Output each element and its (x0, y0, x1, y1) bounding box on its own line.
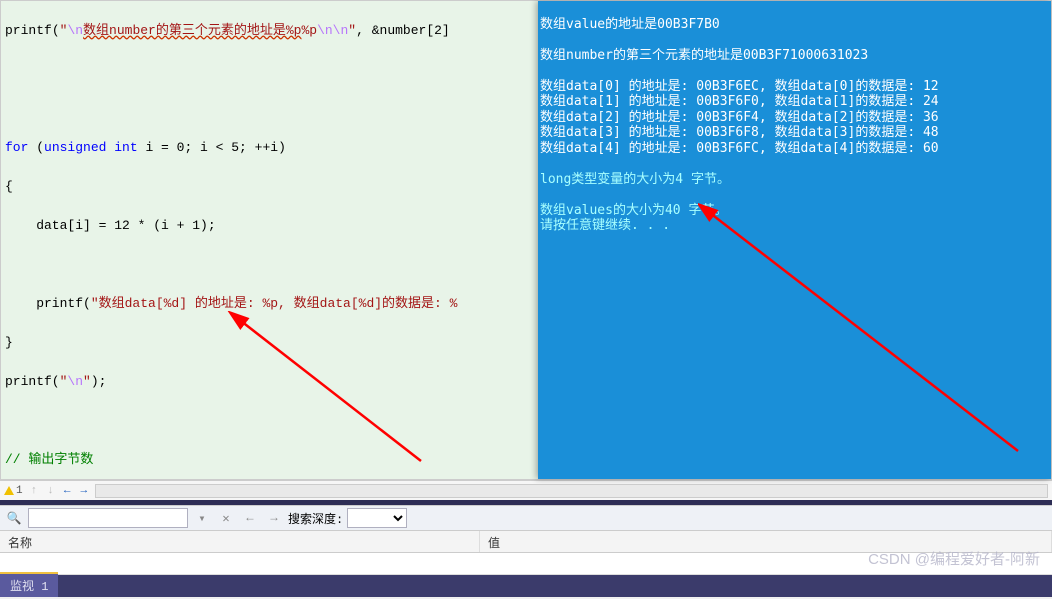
editor-status-bar: 1 ↑ ↓ ← → (0, 480, 1052, 500)
clear-icon[interactable]: ✕ (216, 508, 236, 528)
nav-down-button[interactable]: ↓ (45, 485, 56, 497)
console-line: 数组values的大小为40 字节。 (540, 203, 727, 218)
search-input[interactable] (28, 508, 188, 528)
warning-badge[interactable]: 1 (4, 485, 23, 497)
console-line: 数组data[0] 的地址是: 00B3F6EC, 数组data[0]的数据是:… (540, 79, 939, 94)
console-line: 数组data[1] 的地址是: 00B3F6F0, 数组data[1]的数据是:… (540, 94, 939, 109)
console-line: 数组data[3] 的地址是: 00B3F6F8, 数组data[3]的数据是:… (540, 125, 939, 140)
search-icon[interactable]: 🔍 (4, 508, 24, 528)
warning-icon (4, 486, 14, 495)
search-depth-label: 搜索深度: (288, 510, 343, 527)
annotation-arrow-icon (698, 201, 1038, 471)
nav-prev-button[interactable]: ← (62, 485, 73, 497)
watch-grid-row-empty[interactable] (0, 553, 1052, 575)
column-name[interactable]: 名称 (0, 531, 480, 552)
search-depth-select[interactable] (347, 508, 407, 528)
fn-printf: printf (5, 23, 52, 38)
nav-up-button[interactable]: ↑ (29, 485, 40, 497)
console-line: 数组value的地址是00B3F7B0 (540, 17, 720, 32)
console-line: 数组data[4] 的地址是: 00B3F6FC, 数组data[4]的数据是:… (540, 141, 939, 156)
console-line: 请按任意键继续. . . (540, 218, 670, 233)
tab-watch-1[interactable]: 监视 1 (0, 572, 58, 597)
bottom-tabs: 监视 1 (0, 575, 1052, 597)
horizontal-scrollbar[interactable] (95, 484, 1048, 498)
main-split: printf("\n数组number的第三个元素的地址是%p%p\n\n", &… (0, 0, 1052, 480)
console-line: long类型变量的大小为4 字节。 (540, 172, 730, 187)
dropdown-icon[interactable]: ▾ (192, 508, 212, 528)
watch-toolbar: 🔍 ▾ ✕ ← → 搜索深度: (0, 505, 1052, 531)
prev-result-icon[interactable]: ← (240, 508, 260, 528)
column-value[interactable]: 值 (480, 531, 1052, 552)
console-line: 数组data[2] 的地址是: 00B3F6F4, 数组data[2]的数据是:… (540, 110, 939, 125)
code-editor[interactable]: printf("\n数组number的第三个元素的地址是%p%p\n\n", &… (1, 1, 538, 479)
comment: // 输出字节数 (5, 450, 534, 470)
nav-next-button[interactable]: → (78, 485, 89, 497)
console-line: 数组number的第三个元素的地址是00B3F71000631023 (540, 48, 868, 63)
watch-grid-header: 名称 值 (0, 531, 1052, 553)
console-output[interactable]: 数组value的地址是00B3F7B0 数组number的第三个元素的地址是00… (538, 1, 1051, 479)
next-result-icon[interactable]: → (264, 508, 284, 528)
